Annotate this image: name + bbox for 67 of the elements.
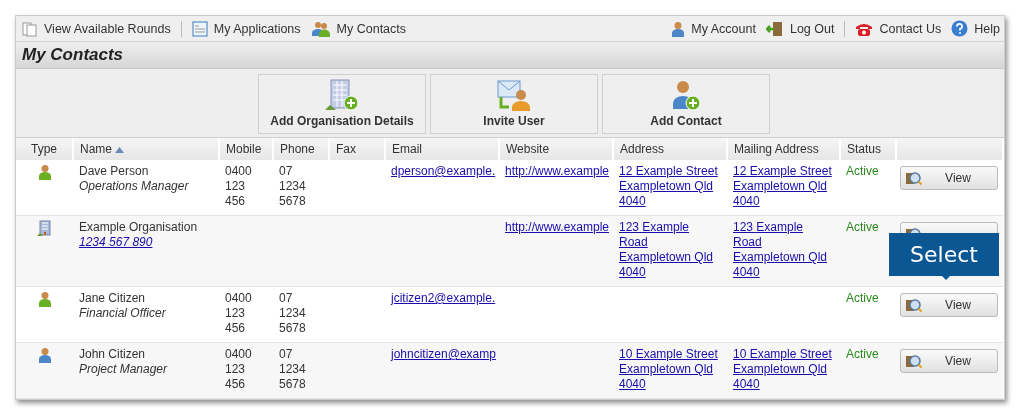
help-icon: [951, 20, 969, 37]
nav-link[interactable]: Contact Us: [855, 21, 942, 36]
address-link[interactable]: 12 Example Street Exampletown Qld 4040: [619, 164, 718, 209]
column-header[interactable]: Fax: [329, 138, 385, 160]
person-icon: [37, 164, 52, 180]
view-button[interactable]: View: [900, 349, 998, 373]
person-icon: [37, 347, 52, 363]
page-title: My Contacts: [22, 45, 124, 65]
mailing-address-link[interactable]: 123 Example Road Exampletown Qld 4040: [733, 220, 828, 280]
job-title: Operations Manager: [79, 179, 190, 194]
form-icon: [191, 20, 208, 37]
mailing-address-link[interactable]: 12 Example Street Exampletown Qld 4040: [733, 164, 832, 209]
person-icon: [671, 20, 686, 37]
phone-number: 07 1234 5678: [279, 291, 306, 336]
job-title: Project Manager: [79, 362, 169, 377]
mobile-number: 0400 123 456: [225, 347, 252, 392]
nav-link[interactable]: My Contacts: [310, 20, 407, 37]
column-header[interactable]: Website: [499, 138, 613, 160]
door-icon: [765, 20, 784, 37]
action-button[interactable]: Add Contact: [602, 74, 770, 134]
column-header[interactable]: Phone: [273, 138, 329, 160]
column-header[interactable]: Email: [385, 138, 499, 160]
address-link[interactable]: 123 Example Road Exampletown Qld 4040: [619, 220, 714, 280]
telephone-icon: [855, 21, 874, 36]
nav-link[interactable]: View Available Rounds: [22, 20, 171, 37]
address-link[interactable]: 10 Example Street Exampletown Qld 4040: [619, 347, 718, 392]
website-link[interactable]: http://www.example: [505, 220, 610, 234]
phone-number: 07 1234 5678: [279, 347, 306, 392]
job-title: Financial Officer: [79, 306, 167, 321]
nav-link[interactable]: My Account: [671, 20, 756, 37]
column-header[interactable]: Type: [16, 138, 73, 160]
email-link[interactable]: dperson@example.: [391, 164, 496, 178]
view-button[interactable]: View: [900, 293, 998, 317]
column-header[interactable]: Mobile: [219, 138, 273, 160]
contact-name: Dave Person: [79, 164, 150, 179]
nav-link[interactable]: Log Out: [765, 20, 835, 37]
person-icon: [37, 291, 52, 307]
action-button[interactable]: Invite User: [430, 74, 598, 134]
nav-link[interactable]: Help: [951, 20, 1000, 37]
email-link[interactable]: jcitizen2@example.: [391, 291, 496, 305]
contact-name: Jane Citizen: [79, 291, 147, 306]
envelope-person-icon: [497, 79, 531, 111]
add-building-icon: [325, 79, 359, 111]
status-text: Active: [846, 220, 879, 234]
status-text: Active: [846, 347, 879, 361]
phone-number: 07 1234 5678: [279, 164, 306, 209]
people-icon: [310, 20, 331, 37]
action-button[interactable]: Add Organisation Details: [258, 74, 426, 134]
email-link[interactable]: johncitizen@examp: [391, 347, 496, 361]
add-person-icon: [671, 79, 701, 111]
pages-icon: [22, 20, 38, 37]
status-text: Active: [846, 164, 879, 178]
view-button[interactable]: View: [900, 166, 998, 190]
column-header[interactable]: Status: [840, 138, 896, 160]
column-header[interactable]: Mailing Address: [727, 138, 840, 160]
status-text: Active: [846, 291, 879, 305]
website-link[interactable]: http://www.example: [505, 164, 610, 178]
nav-link[interactable]: My Applications: [191, 20, 301, 37]
mailing-address-link[interactable]: 10 Example Street Exampletown Qld 4040: [733, 347, 832, 392]
contact-name: Example Organisation: [79, 220, 199, 235]
building-icon: [36, 220, 53, 236]
mobile-number: 0400 123 456: [225, 164, 252, 209]
contact-name: John Citizen: [79, 347, 147, 362]
column-header[interactable]: Name: [73, 138, 219, 160]
mobile-number: 0400 123 456: [225, 291, 252, 336]
abn-link[interactable]: 1234 567 890: [79, 235, 153, 250]
column-header[interactable]: Address: [613, 138, 727, 160]
